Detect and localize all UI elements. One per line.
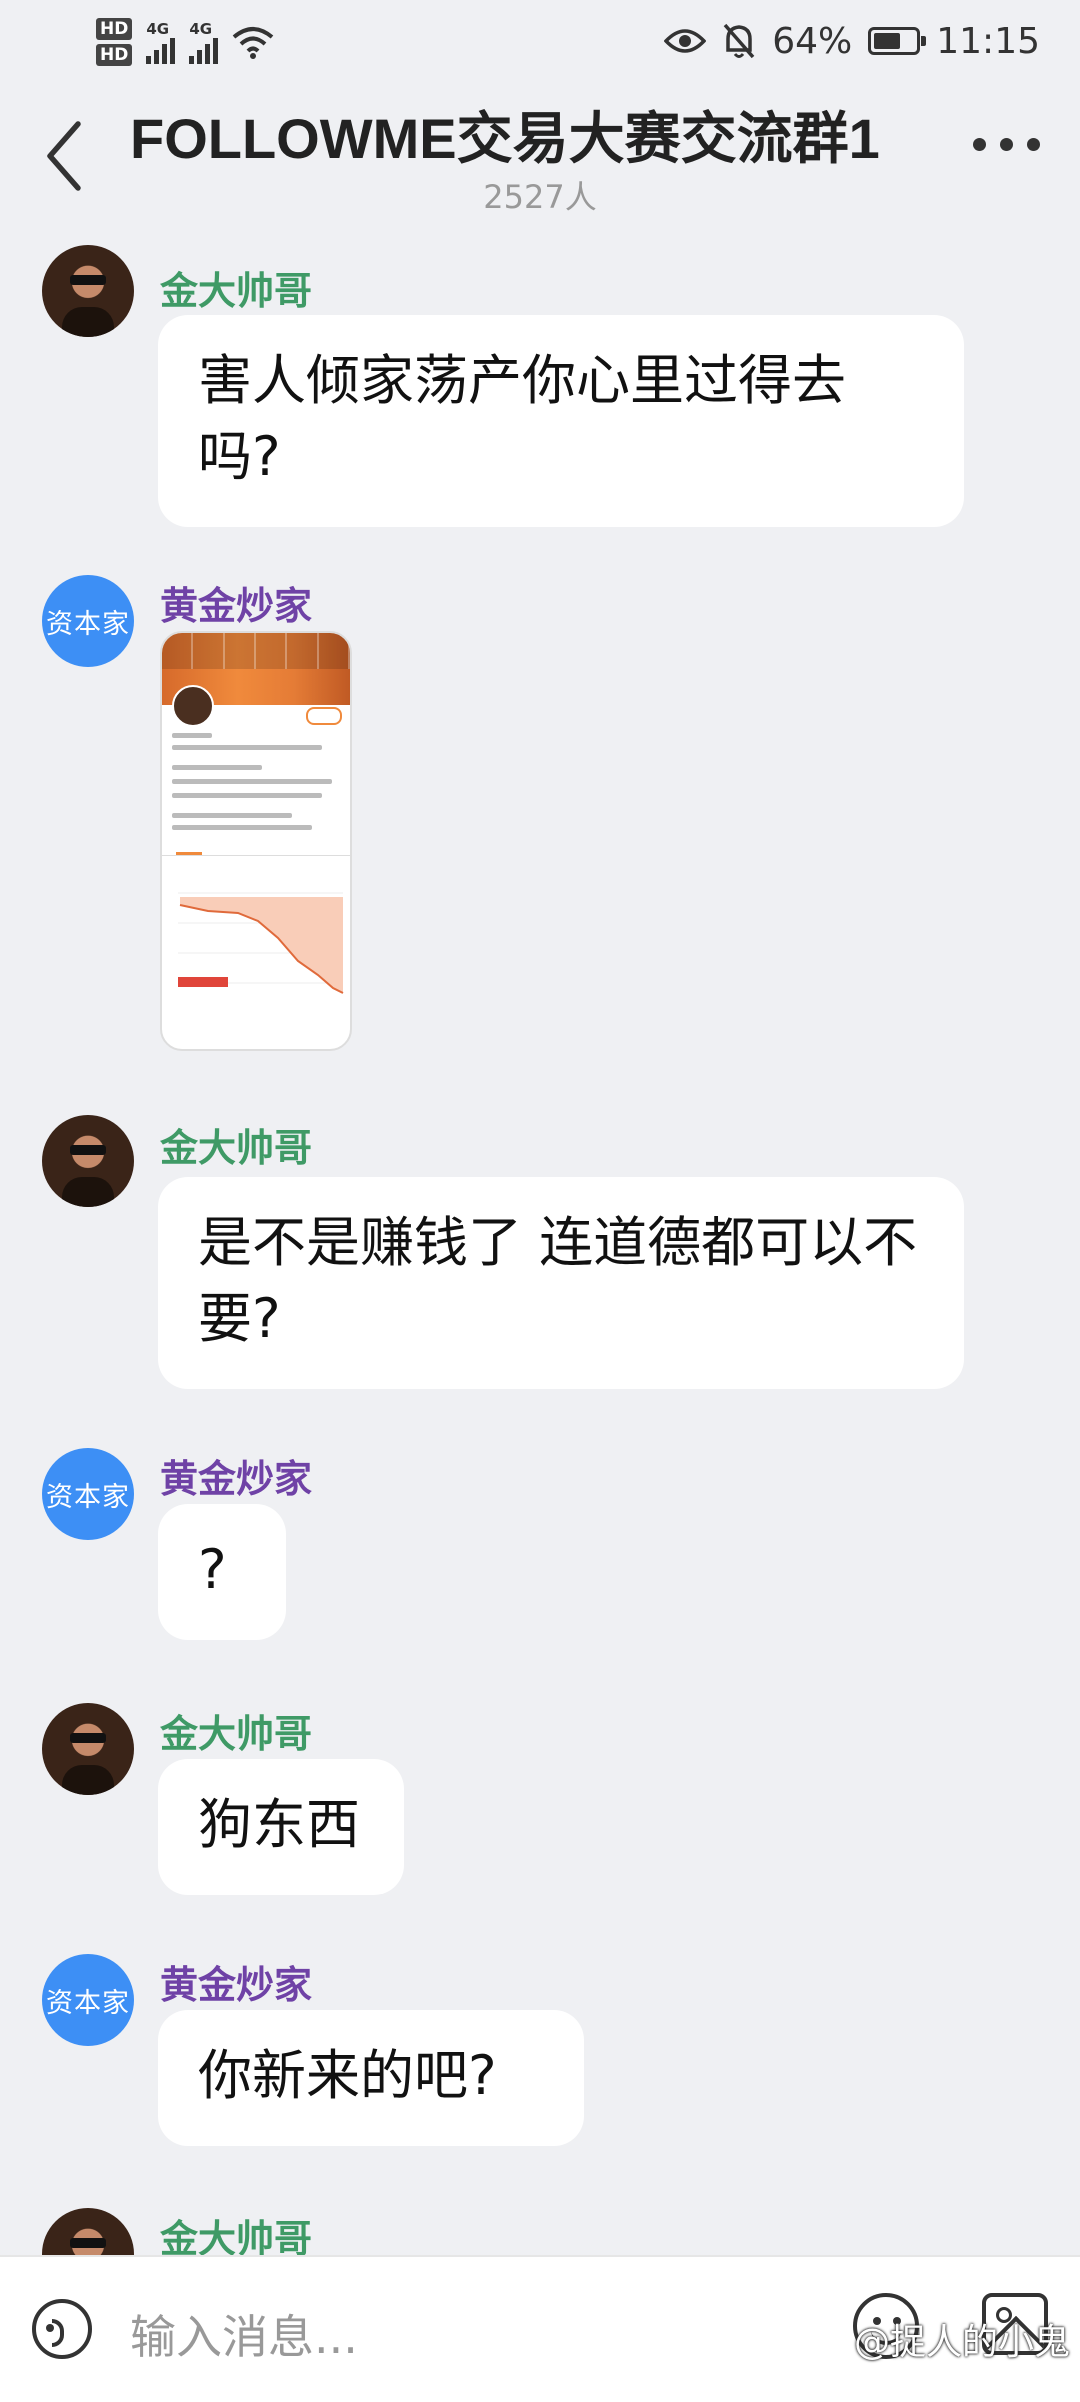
sender-name: 金大帅哥	[160, 2217, 313, 2255]
clock: 11:15	[936, 20, 1040, 62]
avatar[interactable]	[42, 1703, 134, 1795]
message-bubble[interactable]: ?	[158, 1504, 286, 1640]
network-type-1: 4G	[146, 20, 170, 38]
image-text-line	[172, 825, 312, 830]
image-tabs	[162, 841, 350, 856]
signal-icon-sim1: 4G	[146, 20, 176, 64]
status-right: 64% 11:15	[664, 14, 1040, 68]
image-text-line	[172, 813, 292, 818]
bell-off-icon	[723, 23, 755, 59]
image-chart	[178, 892, 344, 994]
group-title: FOLLOWME交易大赛交流群1	[130, 107, 880, 170]
member-count[interactable]: 2527人	[0, 172, 1080, 218]
image-text-line	[172, 733, 212, 738]
more-menu-button[interactable]	[973, 138, 1040, 151]
hd-badge-2: HD	[96, 44, 133, 66]
message-bubble[interactable]: 狗东西	[158, 1759, 404, 1895]
avatar[interactable]	[42, 245, 134, 337]
sender-name: 金大帅哥	[160, 1126, 313, 1170]
avatar[interactable]: 资本家	[42, 575, 134, 667]
dot-icon	[973, 138, 986, 151]
image-message[interactable]	[160, 631, 352, 1051]
sender-name: 金大帅哥	[160, 1712, 313, 1756]
eye-icon	[664, 29, 707, 53]
message-bubble[interactable]: 你新来的吧?	[158, 2010, 584, 2146]
sender-name: 金大帅哥	[160, 269, 313, 313]
image-text-line	[172, 793, 322, 798]
sender-name: 黄金炒家	[160, 1963, 313, 2007]
message-bubble[interactable]: 是不是赚钱了 连道德都可以不要?	[158, 1177, 964, 1389]
image-subscribe-badge	[306, 707, 342, 725]
status-left: HD HD 4G 4G	[96, 12, 274, 72]
hd-indicators: HD HD	[96, 18, 133, 66]
avatar[interactable]: 资本家	[42, 1448, 134, 1540]
battery-level	[874, 33, 901, 49]
dot-icon	[1000, 138, 1013, 151]
battery-icon	[868, 27, 927, 55]
sender-name: 黄金炒家	[160, 1457, 313, 1501]
image-text-line	[172, 765, 262, 770]
message-list[interactable]: 金大帅哥 害人倾家荡产你心里过得去吗? 资本家 黄金炒家 金大帅哥 是不是赚钱了…	[0, 230, 1080, 2255]
input-bar: 输入消息... @捉人的小鬼	[0, 2255, 1080, 2402]
message-bubble[interactable]: 害人倾家荡产你心里过得去吗?	[158, 315, 964, 527]
status-bar: HD HD 4G 4G 64% 11:15	[0, 0, 1080, 80]
voice-icon[interactable]	[32, 2299, 92, 2359]
wifi-icon	[233, 27, 274, 59]
battery-percent: 64%	[772, 20, 853, 62]
avatar[interactable]	[42, 2208, 134, 2255]
signal-icon-sim2: 4G	[189, 20, 219, 64]
avatar[interactable]	[42, 1115, 134, 1207]
chat-header: FOLLOWME交易大赛交流群1 2527人	[0, 80, 1080, 220]
image-text-line	[172, 779, 332, 784]
hd-badge-1: HD	[96, 18, 133, 40]
network-type-2: 4G	[189, 20, 213, 38]
sender-name: 黄金炒家	[160, 584, 313, 628]
image-text-line	[172, 745, 322, 750]
message-input[interactable]: 输入消息...	[130, 2301, 358, 2367]
dot-icon	[1027, 138, 1040, 151]
avatar[interactable]: 资本家	[42, 1954, 134, 2046]
watermark: @捉人的小鬼	[853, 2322, 1070, 2363]
image-avatar	[172, 685, 214, 727]
